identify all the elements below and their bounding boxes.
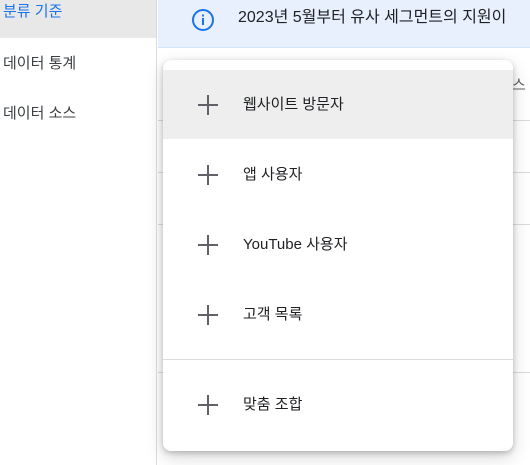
menu-item-website-visitors[interactable]: 웹사이트 방문자 (163, 70, 513, 139)
banner-text: 2023년 5월부터 유사 세그먼트의 지원이 (238, 9, 507, 26)
sidebar-item-data-sources[interactable]: 데이터 소스 (0, 102, 156, 140)
menu-item-app-users[interactable]: 앱 사용자 (163, 140, 513, 209)
sidebar-item-breakdown[interactable]: 분류 기준 (0, 0, 156, 38)
info-icon (191, 8, 215, 32)
menu-item-label: 맞춤 조합 (243, 396, 303, 413)
info-banner: 2023년 5월부터 유사 세그먼트의 지원이 (158, 0, 530, 48)
sidebar-item-data-stats[interactable]: 데이터 통계 (0, 52, 156, 90)
menu-item-label: YouTube 사용자 (243, 236, 348, 253)
plus-icon (197, 304, 219, 326)
add-segment-menu: 웹사이트 방문자 앱 사용자 YouTube 사용자 고객 목록 맞춤 조합 (163, 60, 513, 451)
plus-icon (197, 94, 219, 116)
sidebar-item-label: 데이터 통계 (3, 55, 77, 72)
menu-divider (163, 359, 513, 360)
menu-item-youtube-users[interactable]: YouTube 사용자 (163, 210, 513, 279)
plus-icon (197, 234, 219, 256)
menu-item-label: 앱 사용자 (243, 166, 303, 183)
menu-item-label: 고객 목록 (243, 306, 303, 323)
background-partial-text: 스 (512, 77, 526, 94)
sidebar: 분류 기준 데이터 통계 데이터 소스 (0, 0, 157, 465)
menu-item-custom-combination[interactable]: 맞춤 조합 (163, 370, 513, 439)
plus-icon (197, 164, 219, 186)
sidebar-item-label: 분류 기준 (3, 3, 63, 20)
menu-item-label: 웹사이트 방문자 (243, 96, 344, 113)
menu-item-customer-list[interactable]: 고객 목록 (163, 280, 513, 349)
sidebar-item-label: 데이터 소스 (3, 105, 77, 122)
plus-icon (197, 394, 219, 416)
